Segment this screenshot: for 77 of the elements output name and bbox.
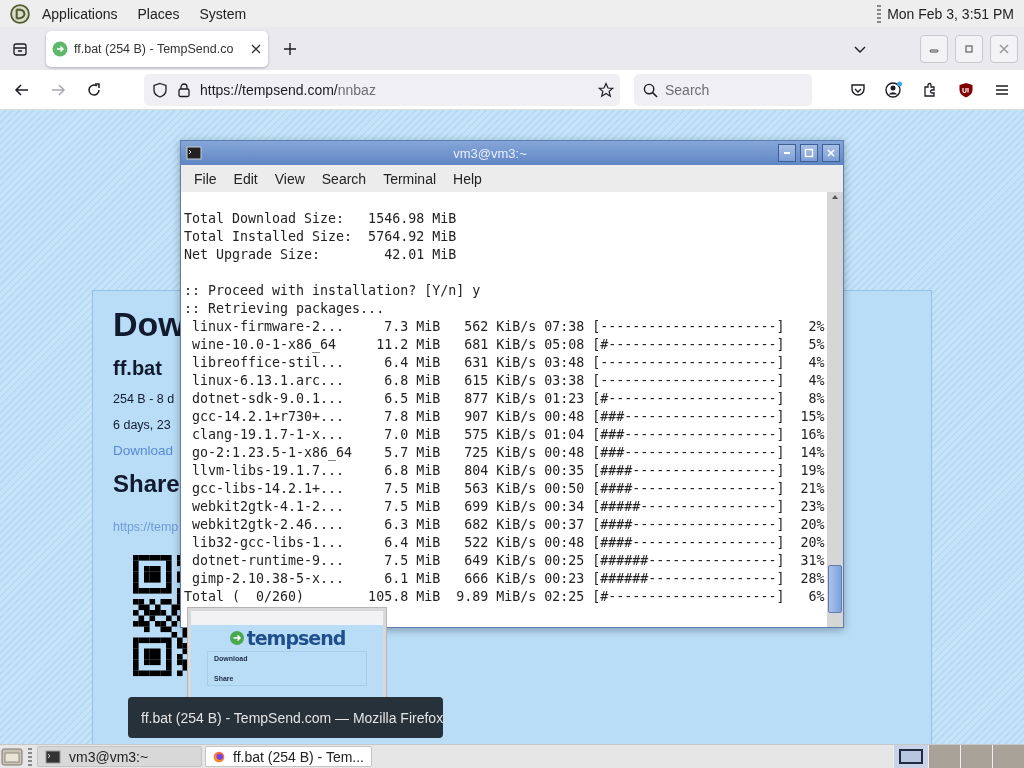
archive-icon (12, 40, 28, 57)
terminal-line: webkit2gtk-4.1-2... 7.5 MiB 699 KiB/s 00:34 [#####-----------------] 23% (191, 498, 826, 516)
menu-item[interactable]: File (187, 168, 224, 189)
maximize-icon (964, 43, 974, 54)
scrollbar-thumb[interactable] (828, 565, 842, 613)
share-heading: Share (113, 470, 180, 498)
terminal-icon (45, 748, 61, 765)
lock-icon (176, 81, 192, 98)
close-icon (826, 148, 836, 158)
browser-tab[interactable]: ff.bat (254 B) - TempSend.co (46, 30, 268, 67)
star-icon (598, 81, 614, 98)
url-text: https://tempsend.com/nnbaz (200, 81, 377, 98)
terminal-line: gimp-2.10.38-5-x... 6.1 MiB 666 KiB/s 00:23 [######----------------] 28% (191, 570, 826, 588)
terminal-line: linux-6.13.1.arc... 6.8 MiB 615 KiB/s 03:38 [----------------------] 4% (191, 372, 826, 390)
address-bar[interactable]: https://tempsend.com/nnbaz (144, 73, 620, 106)
menu-item[interactable]: Help (446, 168, 489, 189)
favicon-icon (52, 40, 68, 57)
close-button[interactable] (822, 144, 840, 162)
terminal-line: libreoffice-stil... 6.4 MiB 631 KiB/s 03:48 [----------------------] 4% (191, 354, 826, 372)
terminal-line: :: Retrieving packages... (184, 300, 386, 318)
menu-item[interactable]: Edit (226, 168, 265, 189)
terminal-line: Net Upgrade Size: 42.01 MiB (184, 246, 458, 264)
file-name: ff.bat (113, 357, 162, 380)
back-arrow-icon (14, 81, 30, 98)
maximize-button[interactable] (800, 144, 818, 162)
terminal-line: linux-firmware-2... 7.3 MiB 562 KiB/s 07:38 [----------------------] 2% (191, 318, 826, 336)
shield-icon (958, 81, 974, 98)
terminal-line: wine-10.0-1-x86_64 11.2 MiB 681 KiB/s 05:08 [#---------------------] 5% (191, 336, 826, 354)
reload-icon (86, 81, 102, 98)
window-title: vm3@vm3:~ (452, 145, 528, 161)
plus-icon (282, 40, 298, 57)
close-icon (999, 43, 1009, 54)
logo-icon (228, 630, 245, 646)
pocket-icon (850, 81, 866, 98)
expiry-text: 6 days, 23 (113, 418, 171, 432)
puzzle-icon (922, 81, 938, 98)
close-icon[interactable] (250, 42, 262, 55)
terminal-line: dotnet-sdk-9.0.1... 6.5 MiB 877 KiB/s 01:23 [#---------------------] 8% (191, 390, 826, 408)
maximize-icon (804, 148, 814, 158)
distro-logo-icon (10, 3, 30, 24)
search-icon (643, 82, 658, 98)
window-thumbnail-icon (899, 749, 923, 764)
menu-item[interactable]: View (267, 168, 312, 189)
clock[interactable]: Mon Feb 3, 3:51 PM (887, 5, 1014, 22)
terminal-line: Total Installed Size: 5764.92 MiB (184, 228, 458, 246)
file-info: 254 B - 8 d (113, 392, 175, 406)
logo-text: tempsend (246, 627, 346, 649)
minimize-button[interactable] (778, 144, 796, 162)
terminal-line: Total Download Size: 1546.98 MiB (184, 210, 458, 228)
terminal-line: go-2:1.23.5-1-x86_64 5.7 MiB 725 KiB/s 00:48 [###-------------------] 14% (191, 444, 826, 462)
terminal-line: webkit2gtk-2.46.... 6.3 MiB 682 KiB/s 00:37 [####------------------] 20% (191, 516, 826, 534)
minimize-icon (783, 152, 791, 154)
terminal-line: Total ( 0/260) 105.8 MiB 9.89 MiB/s 02:25 [#---------------------] 6% (184, 588, 826, 606)
terminal-line: gcc-libs-14.2.1+... 7.5 MiB 563 KiB/s 00:50 [####------------------] 21% (191, 480, 826, 498)
scroll-up-icon[interactable] (831, 194, 839, 200)
taskbar-button[interactable]: ff.bat (254 B) - Tem... (205, 746, 372, 767)
taskbar-button[interactable]: vm3@vm3:~ (37, 746, 202, 767)
panel-menu[interactable]: Places (129, 3, 188, 24)
menu-item[interactable]: Search (314, 168, 374, 189)
panel-menu[interactable]: Applications (34, 3, 126, 24)
terminal-line: :: Proceed with installation? [Y/n] y (184, 282, 482, 300)
search-field[interactable]: Search (634, 73, 812, 106)
tooltip: ff.bat (254 B) - TempSend.com — Mozilla Firefox (128, 697, 443, 738)
workspace-button[interactable] (893, 745, 928, 768)
terminal-line: llvm-libs-19.1.7... 6.8 MiB 804 KiB/s 00:35 [####------------------] 19% (191, 462, 826, 480)
forward-arrow-icon (50, 81, 66, 98)
menu-item[interactable]: Terminal (376, 168, 444, 189)
panel-menu[interactable]: System (191, 3, 255, 24)
shield-icon (152, 81, 168, 98)
terminal-line: lib32-gcc-libs-1... 6.4 MiB 522 KiB/s 00:48 [####------------------] 20% (191, 534, 826, 552)
terminal-line: dotnet-runtime-9... 7.5 MiB 649 KiB/s 00:25 [######----------------] 31% (191, 552, 826, 570)
terminal-line: gcc-14.2.1+r730+... 7.8 MiB 907 KiB/s 00:48 [###-------------------] 15% (191, 408, 826, 426)
show-desktop-icon (1, 745, 23, 768)
terminal-icon (186, 145, 202, 161)
terminal-line: clang-19.1.7-1-x... 7.0 MiB 575 KiB/s 01:04 [###-------------------] 16% (191, 426, 826, 444)
account-icon (885, 80, 903, 99)
scrollbar[interactable] (827, 192, 843, 627)
